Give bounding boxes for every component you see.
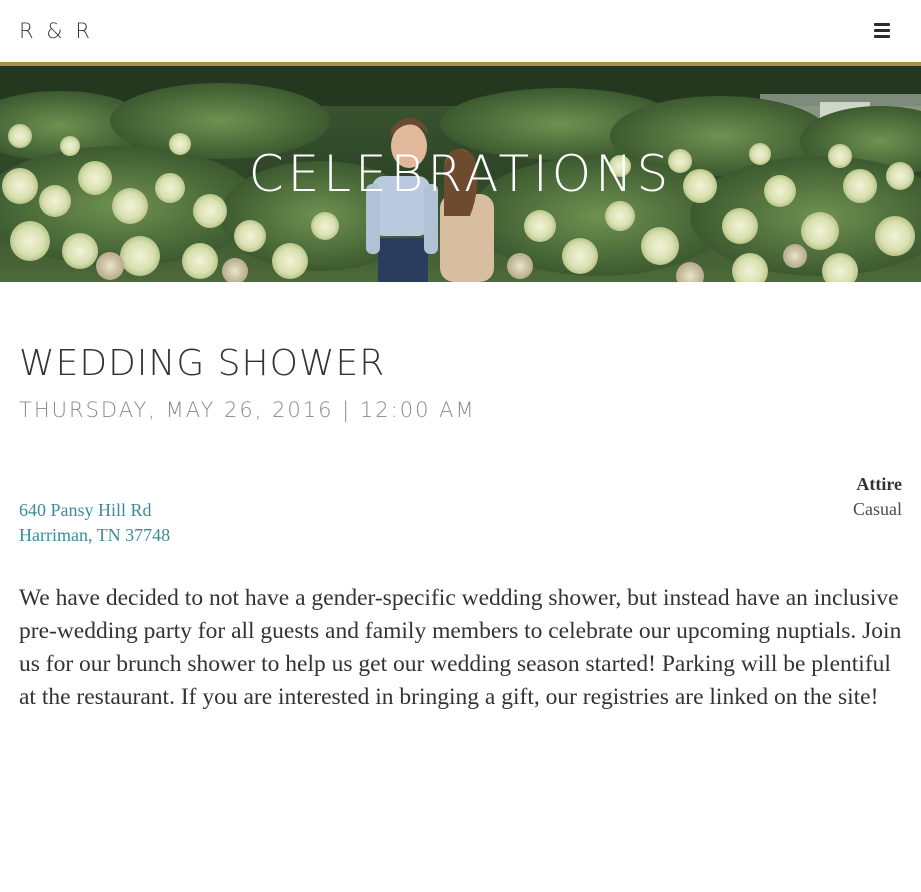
menu-bar xyxy=(874,35,890,38)
event-date: THURSDAY, MAY 26, 2016 | 12:00 AM xyxy=(19,398,476,422)
attire-value: Casual xyxy=(853,499,902,519)
menu-bar xyxy=(874,23,890,26)
event-address-link[interactable]: 640 Pansy Hill Rd Harriman, TN 37748 xyxy=(19,498,170,548)
attire-label: Attire xyxy=(856,474,902,494)
attire-info: Attire Casual xyxy=(853,472,902,522)
hero-title: CELEBRATIONS xyxy=(248,145,673,203)
hamburger-menu-icon[interactable] xyxy=(874,22,890,38)
event-description: We have decided to not have a gender-spe… xyxy=(19,585,902,710)
address-line-2: Harriman, TN 37748 xyxy=(19,525,171,545)
top-navigation-bar: R & R xyxy=(0,0,921,62)
event-details: 640 Pansy Hill Rd Harriman, TN 37748 Att… xyxy=(19,470,902,550)
hero-banner: CELEBRATIONS xyxy=(0,66,921,282)
address-line-1: 640 Pansy Hill Rd xyxy=(19,500,152,520)
event-title: WEDDING SHOWER xyxy=(19,343,386,384)
menu-bar xyxy=(874,29,890,32)
event-content: WEDDING SHOWER THURSDAY, MAY 26, 2016 | … xyxy=(19,340,902,714)
site-logo[interactable]: R & R xyxy=(19,17,93,45)
